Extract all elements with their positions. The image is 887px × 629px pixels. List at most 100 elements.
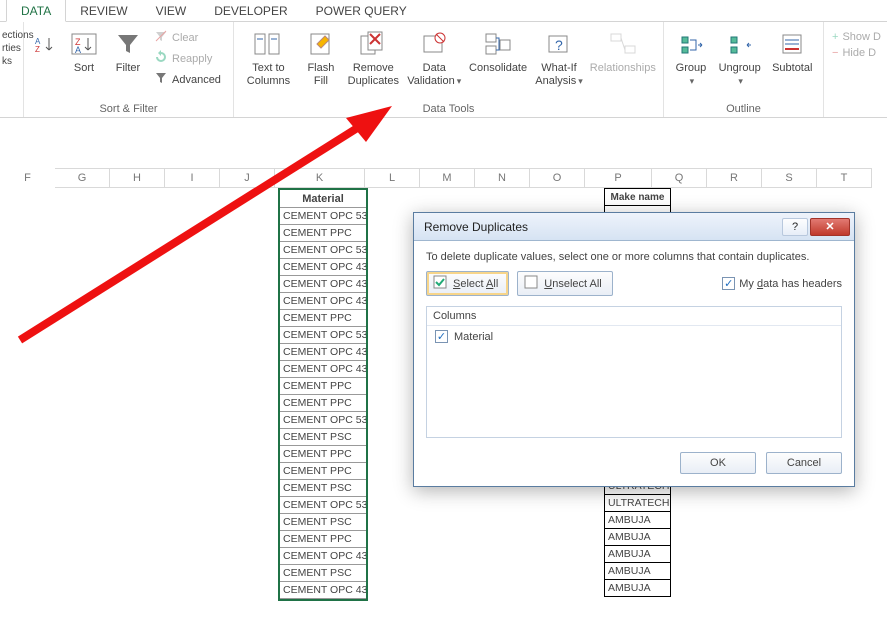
- close-button[interactable]: ✕: [810, 218, 850, 236]
- unselect-all-button[interactable]: Unselect All: [517, 271, 612, 296]
- reapply-icon: [154, 50, 168, 67]
- cell-material[interactable]: CEMENT PPC: [280, 378, 366, 395]
- group-label-outline: Outline: [670, 103, 817, 117]
- col-header-Q[interactable]: Q: [652, 168, 707, 188]
- cell-material[interactable]: CEMENT OPC 43: [280, 259, 366, 276]
- sort-asc-button[interactable]: AZ: [30, 24, 60, 60]
- filter-button[interactable]: Filter: [108, 24, 148, 75]
- col-header-T[interactable]: T: [817, 168, 872, 188]
- group-label-sort-filter: Sort & Filter: [30, 103, 227, 117]
- select-all-button[interactable]: SSelect Allelect All: [426, 271, 509, 296]
- col-header-N[interactable]: N: [475, 168, 530, 188]
- tab-power-query[interactable]: POWER QUERY: [302, 0, 421, 21]
- col-header-K[interactable]: K: [275, 168, 365, 188]
- advanced-icon: [154, 71, 168, 88]
- cell-material[interactable]: CEMENT PSC: [280, 429, 366, 446]
- col-header-S[interactable]: S: [762, 168, 817, 188]
- minus-icon: −: [832, 47, 838, 59]
- checkbox-icon: ✓: [722, 277, 735, 290]
- cell-material[interactable]: CEMENT OPC 43: [280, 582, 366, 599]
- cell-material[interactable]: CEMENT OPC 53: [280, 497, 366, 514]
- cell-material[interactable]: CEMENT PPC: [280, 531, 366, 548]
- cell-make-name[interactable]: AMBUJA: [604, 563, 671, 580]
- what-if-button[interactable]: ? What-IfAnalysis▾: [533, 24, 584, 87]
- col-header-O[interactable]: O: [530, 168, 585, 188]
- columns-listbox[interactable]: Columns ✓ Material: [426, 306, 842, 438]
- dialog-titlebar[interactable]: Remove Duplicates ? ✕: [414, 213, 854, 241]
- cell-material[interactable]: CEMENT PPC: [280, 395, 366, 412]
- cell-material[interactable]: CEMENT OPC 43: [280, 361, 366, 378]
- cell-make-name[interactable]: AMBUJA: [604, 546, 671, 563]
- cell-material[interactable]: CEMENT OPC 53: [280, 327, 366, 344]
- clear-button[interactable]: Clear: [152, 28, 223, 47]
- consolidate-icon: [482, 28, 514, 60]
- cell-material[interactable]: CEMENT OPC 53: [280, 412, 366, 429]
- close-icon: ✕: [825, 220, 834, 233]
- ok-button[interactable]: OK: [680, 452, 756, 474]
- cell-material[interactable]: CEMENT OPC 43: [280, 276, 366, 293]
- plus-icon: +: [832, 31, 838, 43]
- cell-material[interactable]: CEMENT PPC: [280, 310, 366, 327]
- sort-icon: ZA: [68, 28, 100, 60]
- sort-button[interactable]: ZA Sort: [64, 24, 104, 75]
- has-headers-checkbox[interactable]: ✓ My data has headers: [722, 277, 842, 290]
- cell-material[interactable]: CEMENT OPC 43: [280, 293, 366, 310]
- relationships-icon: [607, 28, 639, 60]
- advanced-button[interactable]: Advanced: [152, 70, 223, 89]
- col-header-J[interactable]: J: [220, 168, 275, 188]
- reapply-button[interactable]: Reapply: [152, 49, 223, 68]
- hide-detail-button[interactable]: − Hide D: [830, 46, 868, 60]
- svg-text:Z: Z: [35, 45, 40, 54]
- col-header-L[interactable]: L: [365, 168, 420, 188]
- col-header-I[interactable]: I: [165, 168, 220, 188]
- relationships-button[interactable]: Relationships: [589, 24, 657, 75]
- cell-material[interactable]: CEMENT PPC: [280, 225, 366, 242]
- subtotal-button[interactable]: Subtotal: [768, 24, 818, 75]
- columns-header: Columns: [427, 307, 841, 326]
- column-item-material[interactable]: ✓ Material: [427, 326, 841, 347]
- cell-material[interactable]: CEMENT OPC 53: [280, 208, 366, 225]
- cell-material[interactable]: CEMENT PPC: [280, 463, 366, 480]
- cancel-button[interactable]: Cancel: [766, 452, 842, 474]
- subtotal-icon: [776, 28, 808, 60]
- cell-make-name[interactable]: AMBUJA: [604, 580, 671, 597]
- stub-properties: rties: [2, 43, 21, 54]
- cell-make-name[interactable]: AMBUJA: [604, 529, 671, 546]
- cell-material[interactable]: CEMENT OPC 53: [280, 242, 366, 259]
- cell-make-name[interactable]: AMBUJA: [604, 512, 671, 529]
- tab-data[interactable]: DATA: [6, 0, 66, 22]
- col-header-H[interactable]: H: [110, 168, 165, 188]
- unselect-all-icon: [524, 275, 538, 292]
- col-header-F[interactable]: F: [0, 168, 55, 188]
- stub-links: ks: [2, 56, 21, 67]
- column-k-material[interactable]: Material CEMENT OPC 53CEMENT PPCCEMENT O…: [278, 188, 368, 601]
- col-header-G[interactable]: G: [55, 168, 110, 188]
- cell-material[interactable]: CEMENT PSC: [280, 480, 366, 497]
- flash-fill-button[interactable]: FlashFill: [301, 24, 341, 87]
- cell-material[interactable]: CEMENT OPC 43: [280, 344, 366, 361]
- cell-material[interactable]: CEMENT PSC: [280, 514, 366, 531]
- what-if-icon: ?: [543, 28, 575, 60]
- col-header-M[interactable]: M: [420, 168, 475, 188]
- cell-material[interactable]: CEMENT PPC: [280, 446, 366, 463]
- tab-developer[interactable]: DEVELOPER: [200, 0, 301, 21]
- ungroup-button[interactable]: Ungroup▾: [716, 24, 764, 87]
- dialog-title-text: Remove Duplicates: [424, 220, 528, 234]
- sort-asc-icon: AZ: [29, 28, 61, 60]
- data-validation-button[interactable]: DataValidation▾: [406, 24, 463, 87]
- column-headers: FGHIJKLMNOPQRST: [0, 168, 872, 188]
- cell-material[interactable]: CEMENT PSC: [280, 565, 366, 582]
- group-button[interactable]: Group▾: [670, 24, 712, 87]
- help-button[interactable]: ?: [782, 218, 808, 236]
- tab-review[interactable]: REVIEW: [66, 0, 141, 21]
- col-header-R[interactable]: R: [707, 168, 762, 188]
- cell-material[interactable]: CEMENT OPC 43: [280, 548, 366, 565]
- show-detail-button[interactable]: + Show D: [830, 30, 868, 44]
- tab-view[interactable]: VIEW: [142, 0, 201, 21]
- col-header-P[interactable]: P: [585, 168, 652, 188]
- cell-make-name[interactable]: ULTRATECH: [604, 495, 671, 512]
- svg-text:A: A: [75, 45, 81, 55]
- remove-duplicates-button[interactable]: RemoveDuplicates: [345, 24, 402, 87]
- consolidate-button[interactable]: Consolidate: [467, 24, 530, 75]
- text-to-columns-button[interactable]: Text toColumns: [240, 24, 297, 87]
